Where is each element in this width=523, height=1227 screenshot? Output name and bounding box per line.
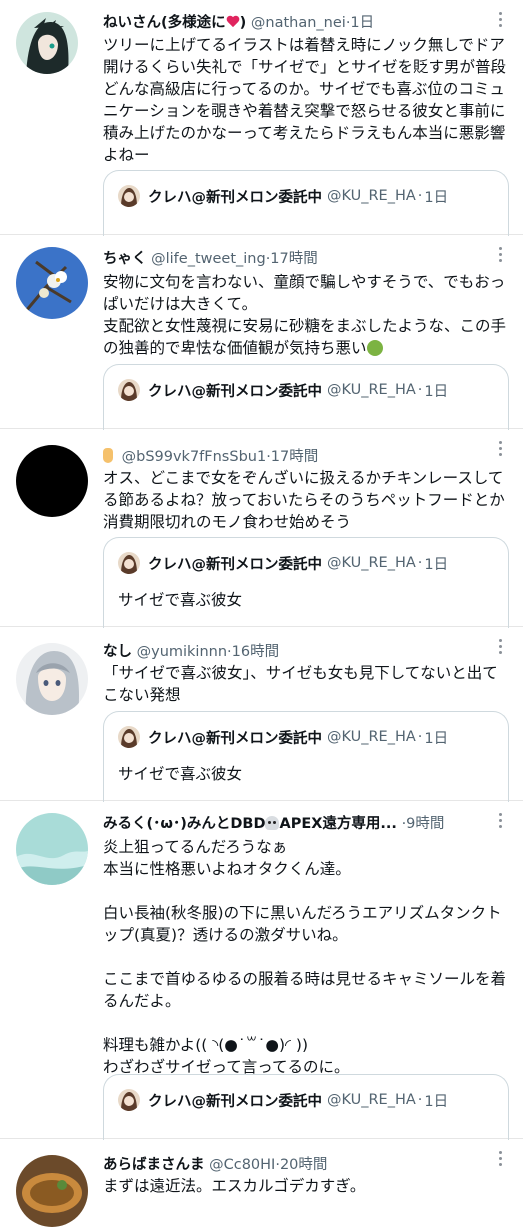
quoted-tweet[interactable]: クレハ@新刊メロン委託中 @KU_RE_HA · 1日 — [103, 1074, 509, 1140]
more-icon[interactable] — [499, 12, 503, 30]
quoted-tweet[interactable]: クレハ@新刊メロン委託中 @KU_RE_HA · 1日 サイゼで喜ぶ彼女 — [103, 537, 509, 628]
tweet-header: ちゃく @life_tweet_ing·17時間 — [103, 247, 483, 268]
tweet-text: 安物に文句を言わない、童顔で騙しやすそうで、でもおっぱいだけは大きくて。 支配欲… — [103, 271, 509, 359]
more-icon[interactable] — [499, 1151, 503, 1169]
quoted-handle: @KU_RE_HA — [327, 382, 416, 398]
tweet-text: 炎上狙ってるんだろうなぁ 本当に性格悪いよねオタクくん達。 白い長袖(秋冬服)の… — [103, 838, 507, 1076]
quoted-tweet-header: クレハ@新刊メロン委託中 @KU_RE_HA · 1日 — [118, 379, 448, 401]
heart-emoji — [226, 16, 240, 28]
nauseated-face-emoji — [366, 340, 383, 356]
quoted-timestamp: 1日 — [424, 556, 449, 573]
pointing-hand-emoji — [103, 448, 113, 463]
avatar[interactable] — [16, 247, 88, 319]
quoted-display-name: クレハ@新刊メロン委託中 — [148, 189, 322, 206]
quoted-tweet-header: クレハ@新刊メロン委託中 @KU_RE_HA · 1日 — [118, 726, 448, 748]
more-icon[interactable] — [499, 813, 503, 831]
quoted-timestamp: 1日 — [424, 1093, 449, 1110]
tweet-text: オス、どこまで女をぞんざいに扱えるかチキンレースしてる節あるよね？放っておいたら… — [103, 469, 505, 531]
display-name[interactable]: みるく(･ω･)みんとDBD — [103, 816, 265, 832]
quoted-handle: @KU_RE_HA — [327, 555, 416, 571]
user-handle[interactable]: @nathan_nei — [251, 15, 346, 31]
quoted-display-name: クレハ@新刊メロン委託中 — [148, 556, 322, 573]
quoted-tweet[interactable]: クレハ@新刊メロン委託中 @KU_RE_HA · 1日 — [103, 364, 509, 430]
quoted-display-name: クレハ@新刊メロン委託中 — [148, 730, 322, 747]
tweet-text: ツリーに上げてるイラストは着替え時にノック無しでドア開けるくらい失礼で「サイゼで… — [103, 36, 507, 164]
tweet-header: ねいさん(多様途に) @nathan_nei·1日 — [103, 11, 483, 32]
timestamp[interactable]: 17時間 — [271, 449, 318, 465]
tweet-header: あらばまさんま @Cc80HI·20時間 — [103, 1153, 483, 1174]
display-name-suffix: APEX遠方専用... — [279, 816, 397, 832]
avatar[interactable] — [16, 1155, 88, 1227]
quoted-avatar — [118, 1089, 140, 1111]
quoted-tweet[interactable]: クレハ@新刊メロン委託中 @KU_RE_HA · 1日 — [103, 170, 509, 236]
timestamp[interactable]: 9時間 — [406, 816, 444, 832]
tweet-header: みるく(･ω･)みんとDBD APEX遠方専用... ·9時間 — [103, 812, 483, 833]
tweet[interactable]: あらばまさんま @Cc80HI·20時間 まずは遠近法。エスカルゴデカすぎ。 — [0, 1139, 523, 1227]
timestamp[interactable]: 1日 — [350, 15, 374, 31]
timestamp[interactable]: 20時間 — [280, 1157, 327, 1173]
quoted-timestamp: 1日 — [424, 730, 449, 747]
quoted-tweet[interactable]: クレハ@新刊メロン委託中 @KU_RE_HA · 1日 サイゼで喜ぶ彼女 — [103, 711, 509, 802]
quoted-timestamp: 1日 — [424, 383, 449, 400]
quoted-tweet-header: クレハ@新刊メロン委託中 @KU_RE_HA · 1日 — [118, 185, 448, 207]
separator: · — [417, 729, 423, 745]
timestamp[interactable]: 16時間 — [232, 644, 279, 660]
avatar[interactable] — [16, 813, 88, 885]
quoted-timestamp: 1日 — [424, 189, 449, 206]
tweet-text: まずは遠近法。エスカルゴデカすぎ。 — [103, 1177, 366, 1195]
separator: · — [417, 382, 423, 398]
more-icon[interactable] — [499, 639, 503, 657]
avatar[interactable] — [16, 643, 88, 715]
tweet-header: なし @yumikinnn·16時間 — [103, 640, 483, 661]
display-name[interactable]: なし — [103, 644, 132, 660]
skull-emoji — [265, 816, 280, 830]
tweet[interactable]: なし @yumikinnn·16時間 「サイゼで喜ぶ彼女」、サイゼも女も見下して… — [0, 627, 523, 802]
tweet-text: 「サイゼで喜ぶ彼女」、サイゼも女も見下してないと出てこない発想 — [103, 664, 498, 704]
quoted-avatar — [118, 726, 140, 748]
quoted-avatar — [118, 379, 140, 401]
timestamp[interactable]: 17時間 — [270, 251, 317, 267]
separator: · — [417, 555, 423, 571]
tweet[interactable]: ちゃく @life_tweet_ing·17時間 安物に文句を言わない、童顔で騙… — [0, 235, 523, 430]
user-handle[interactable]: @Cc80HI — [209, 1157, 275, 1173]
user-handle[interactable]: @life_tweet_ing — [151, 251, 266, 267]
tweet[interactable]: ねいさん(多様途に) @nathan_nei·1日 ツリーに上げてるイラストは着… — [0, 0, 523, 236]
more-icon[interactable] — [499, 247, 503, 265]
quoted-handle: @KU_RE_HA — [327, 1092, 416, 1108]
tweet-header: @bS99vk7fFnsSbu1·17時間 — [103, 445, 483, 466]
user-handle[interactable]: @bS99vk7fFnsSbu1 — [122, 449, 267, 465]
display-name[interactable]: あらばまさんま — [103, 1157, 205, 1173]
quoted-text: サイゼで喜ぶ彼女 — [118, 765, 243, 783]
display-name-suffix: ) — [239, 15, 247, 31]
quoted-tweet-header: クレハ@新刊メロン委託中 @KU_RE_HA · 1日 — [118, 1089, 448, 1111]
quoted-avatar — [118, 185, 140, 207]
separator: · — [417, 1092, 423, 1108]
tweet[interactable]: @bS99vk7fFnsSbu1·17時間 オス、どこまで女をぞんざいに扱えるか… — [0, 429, 523, 628]
avatar[interactable] — [16, 445, 88, 517]
user-handle[interactable]: @yumikinnn — [137, 644, 227, 660]
avatar[interactable] — [16, 12, 78, 74]
more-icon[interactable] — [499, 441, 503, 459]
tweet[interactable]: みるく(･ω･)みんとDBD APEX遠方専用... · 9時間 炎上狙ってるんだろ… — [0, 801, 523, 1140]
quoted-tweet-header: クレハ@新刊メロン委託中 @KU_RE_HA · 1日 — [118, 552, 448, 574]
quoted-avatar — [118, 552, 140, 574]
quoted-text: サイゼで喜ぶ彼女 — [118, 591, 243, 609]
display-name[interactable]: ちゃく — [103, 251, 147, 267]
quoted-handle: @KU_RE_HA — [327, 188, 416, 204]
display-name[interactable]: ねいさん(多様途に — [103, 15, 226, 31]
quoted-handle: @KU_RE_HA — [327, 729, 416, 745]
tweet-text-content: 安物に文句を言わない、童顔で騙しやすそうで、でもおっぱいだけは大きくて。 支配欲… — [103, 273, 507, 357]
quoted-display-name: クレハ@新刊メロン委託中 — [148, 383, 322, 400]
quoted-display-name: クレハ@新刊メロン委託中 — [148, 1093, 322, 1110]
separator: · — [417, 188, 423, 204]
